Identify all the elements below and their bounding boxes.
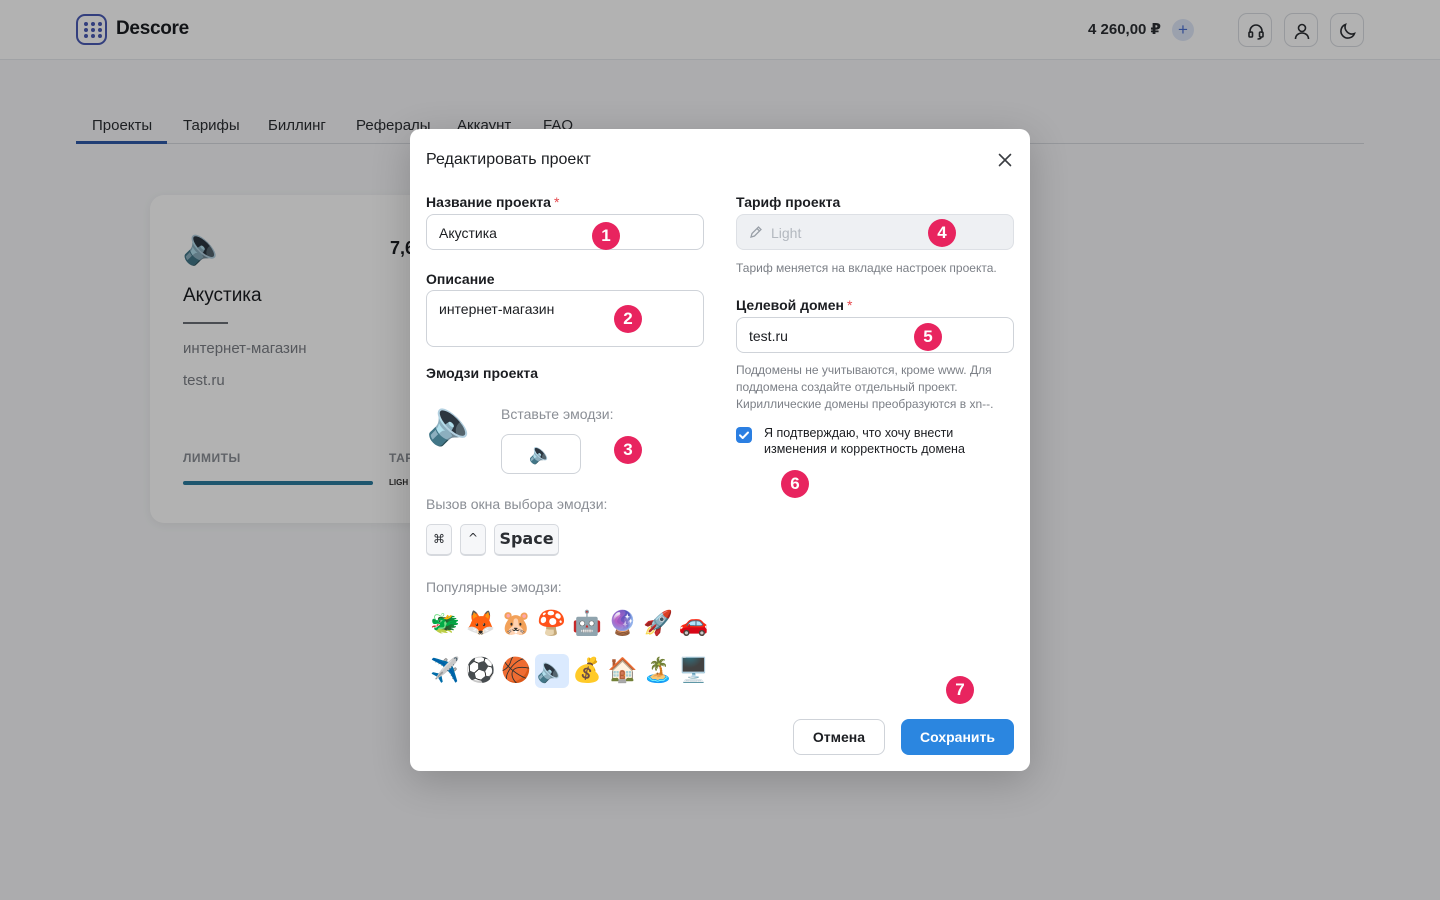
- pencil-icon: [750, 226, 762, 238]
- popular-emoji-label: Популярные эмодзи:: [426, 579, 562, 595]
- emoji-option[interactable]: 🔈: [534, 654, 569, 688]
- emoji-label: Эмодзи проекта: [426, 365, 539, 381]
- annotation-marker: 7: [946, 676, 974, 704]
- domain-hint-line: Кириллические домены преобразуются в xn-…: [736, 397, 994, 411]
- emoji-option[interactable]: 🐲: [428, 607, 462, 641]
- domain-input[interactable]: test.ru: [736, 317, 1014, 353]
- tariff-value: Light: [771, 225, 802, 241]
- domain-hint-line: поддомена создайте отдельный проект.: [736, 380, 958, 394]
- annotation-marker: 2: [614, 305, 642, 333]
- tariff-label: Тариф проекта: [736, 194, 841, 210]
- emoji-option[interactable]: 🏝️: [641, 654, 675, 688]
- close-button[interactable]: [995, 150, 1015, 170]
- tariff-hint: Тариф меняется на вкладке настроек проек…: [736, 261, 997, 275]
- emoji-option[interactable]: 🔮: [606, 607, 640, 641]
- emoji-option[interactable]: 🏀: [499, 654, 533, 688]
- description-textarea[interactable]: интернет-магазин: [426, 290, 704, 347]
- emoji-picker-hint: Вызов окна выбора эмодзи:: [426, 496, 608, 512]
- confirm-checkbox[interactable]: [736, 427, 752, 443]
- emoji-option[interactable]: 🖥️: [677, 654, 711, 688]
- emoji-option[interactable]: 🚗: [677, 607, 711, 641]
- domain-hint: Поддомены не учитываются, кроме www. Для…: [736, 362, 1021, 413]
- project-name-value: Акустика: [439, 225, 497, 241]
- emoji-input[interactable]: 🔈: [501, 434, 581, 474]
- emoji-option[interactable]: 💰: [570, 654, 604, 688]
- domain-label: Целевой домен *: [736, 297, 853, 313]
- domain-hint-line: Поддомены не учитываются, кроме www. Для: [736, 363, 992, 377]
- annotation-marker: 6: [781, 470, 809, 498]
- emoji-option[interactable]: 🏠: [606, 654, 640, 688]
- dialog-title: Редактировать проект: [426, 151, 591, 168]
- description-value: интернет-магазин: [439, 301, 555, 317]
- emoji-option[interactable]: ✈️: [428, 654, 462, 688]
- annotation-marker: 4: [928, 219, 956, 247]
- key-space: Space: [494, 524, 559, 556]
- annotation-marker: 1: [592, 222, 620, 250]
- emoji-insert-label: Вставьте эмодзи:: [501, 406, 614, 422]
- emoji-option[interactable]: 🤖: [570, 607, 604, 641]
- project-name-label: Название проекта *: [426, 194, 560, 210]
- key-cmd: ⌘: [426, 524, 452, 556]
- emoji-option[interactable]: 🐹: [499, 607, 533, 641]
- close-icon: [998, 153, 1012, 167]
- checkmark-icon: [739, 431, 749, 439]
- annotation-marker: 3: [614, 436, 642, 464]
- emoji-option[interactable]: 🦊: [464, 607, 498, 641]
- domain-value: test.ru: [749, 328, 788, 344]
- popular-emoji-grid: 🐲 🦊 🐹 🍄 🤖 🔮 🚀 🚗 ✈️ ⚽ 🏀 🔈 💰 🏠 🏝️ 🖥️: [428, 607, 718, 701]
- emoji-option[interactable]: 🚀: [641, 607, 675, 641]
- emoji-option[interactable]: 🍄: [535, 607, 569, 641]
- current-emoji-preview: 🔈: [426, 398, 481, 447]
- confirm-label[interactable]: Я подтверждаю, что хочу внести изменения…: [764, 425, 1004, 457]
- tariff-input: Light: [736, 214, 1014, 250]
- annotation-marker: 5: [914, 323, 942, 351]
- description-label: Описание: [426, 271, 495, 287]
- cancel-button[interactable]: Отмена: [793, 719, 885, 755]
- project-name-input[interactable]: Акустика: [426, 214, 704, 250]
- emoji-option[interactable]: ⚽: [464, 654, 498, 688]
- save-button[interactable]: Сохранить: [901, 719, 1014, 755]
- key-ctrl: ^: [460, 524, 486, 556]
